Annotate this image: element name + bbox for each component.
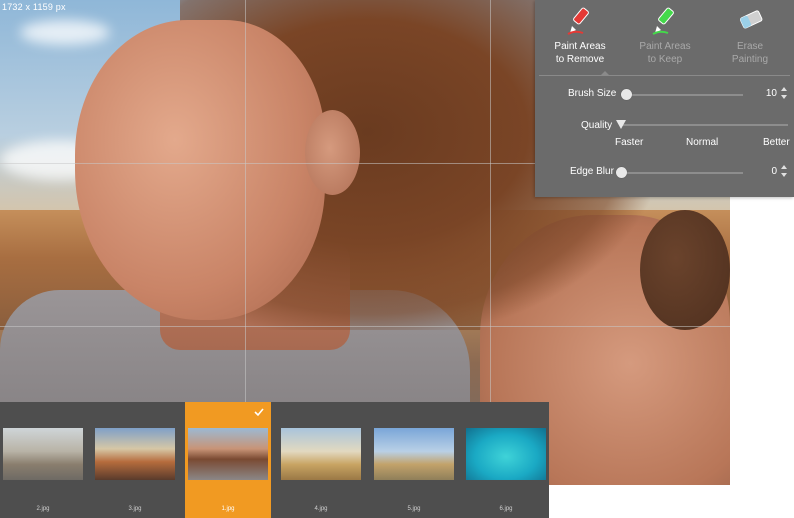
thumbnail-filename: 4.jpg [314, 506, 328, 512]
thumbnail-image [281, 428, 361, 480]
brush-size-track[interactable] [623, 94, 743, 96]
edge-blur-stepper[interactable] [780, 164, 788, 178]
tool-label: Paint Areas [639, 41, 691, 52]
tool-erase-painting[interactable]: Erase Painting [705, 6, 794, 66]
image-dimensions-label: 1732 x 1159 px [2, 2, 66, 12]
thumbnail-5[interactable]: 5.jpg [371, 402, 463, 518]
filmstrip: 2.jpg 3.jpg 1.jpg 4.jpg 5.jpg 6.jpg [0, 402, 549, 518]
quality-knob[interactable] [616, 120, 626, 129]
edge-blur-value[interactable]: 0 [753, 166, 777, 177]
edge-blur-knob[interactable] [616, 167, 627, 178]
brush-size-stepper[interactable] [780, 86, 788, 100]
thumbnail-filename: 2.jpg [36, 506, 50, 512]
checkmark-icon [254, 408, 264, 417]
brush-size-value[interactable]: 10 [753, 88, 777, 99]
second-person-hair [640, 210, 730, 330]
active-tool-indicator [600, 71, 610, 76]
quality-option-normal[interactable]: Normal [686, 137, 718, 148]
thumbnail-1[interactable]: 1.jpg [185, 402, 271, 518]
thumbnail-filename: 1.jpg [221, 506, 235, 512]
tool-label: Painting [731, 54, 769, 65]
tool-label: Erase [736, 41, 764, 52]
thumbnail-2[interactable]: 2.jpg [0, 402, 92, 518]
thumbnail-image [95, 428, 175, 480]
thumbnail-3[interactable]: 3.jpg [92, 402, 184, 518]
thumbnail-image [466, 428, 546, 480]
edge-blur-track[interactable] [621, 172, 743, 174]
woman-ear [305, 110, 360, 195]
woman-face [75, 20, 325, 320]
thumbnail-filename: 5.jpg [407, 506, 421, 512]
quality-label: Quality [581, 120, 613, 131]
thumbnail-6[interactable]: 6.jpg [463, 402, 555, 518]
grid-line-horizontal [0, 326, 730, 327]
brush-size-knob[interactable] [621, 89, 632, 100]
green-marker-icon [652, 7, 674, 35]
thumbnail-image [188, 428, 268, 480]
tool-label: to Keep [647, 54, 683, 65]
tool-divider [539, 75, 790, 76]
edge-blur-label: Edge Blur [570, 166, 614, 177]
red-marker-icon [567, 7, 589, 35]
quality-track[interactable] [621, 124, 788, 126]
thumbnail-filename: 6.jpg [499, 506, 513, 512]
tool-panel: Paint Areas to Remove Paint Areas to Kee… [535, 0, 794, 197]
tool-paint-keep[interactable]: Paint Areas to Keep [620, 6, 710, 66]
thumbnail-4[interactable]: 4.jpg [278, 402, 370, 518]
quality-option-faster[interactable]: Faster [615, 137, 643, 148]
thumbnail-image [3, 428, 83, 480]
quality-option-better[interactable]: Better [763, 137, 790, 148]
tool-paint-remove[interactable]: Paint Areas to Remove [535, 6, 625, 66]
thumbnail-filename: 3.jpg [128, 506, 142, 512]
cloud [20, 20, 110, 45]
tool-label: Paint Areas [554, 41, 606, 52]
thumbnail-image [374, 428, 454, 480]
tool-label: to Remove [555, 54, 605, 65]
eraser-icon [739, 10, 763, 29]
brush-size-label: Brush Size [568, 88, 617, 99]
